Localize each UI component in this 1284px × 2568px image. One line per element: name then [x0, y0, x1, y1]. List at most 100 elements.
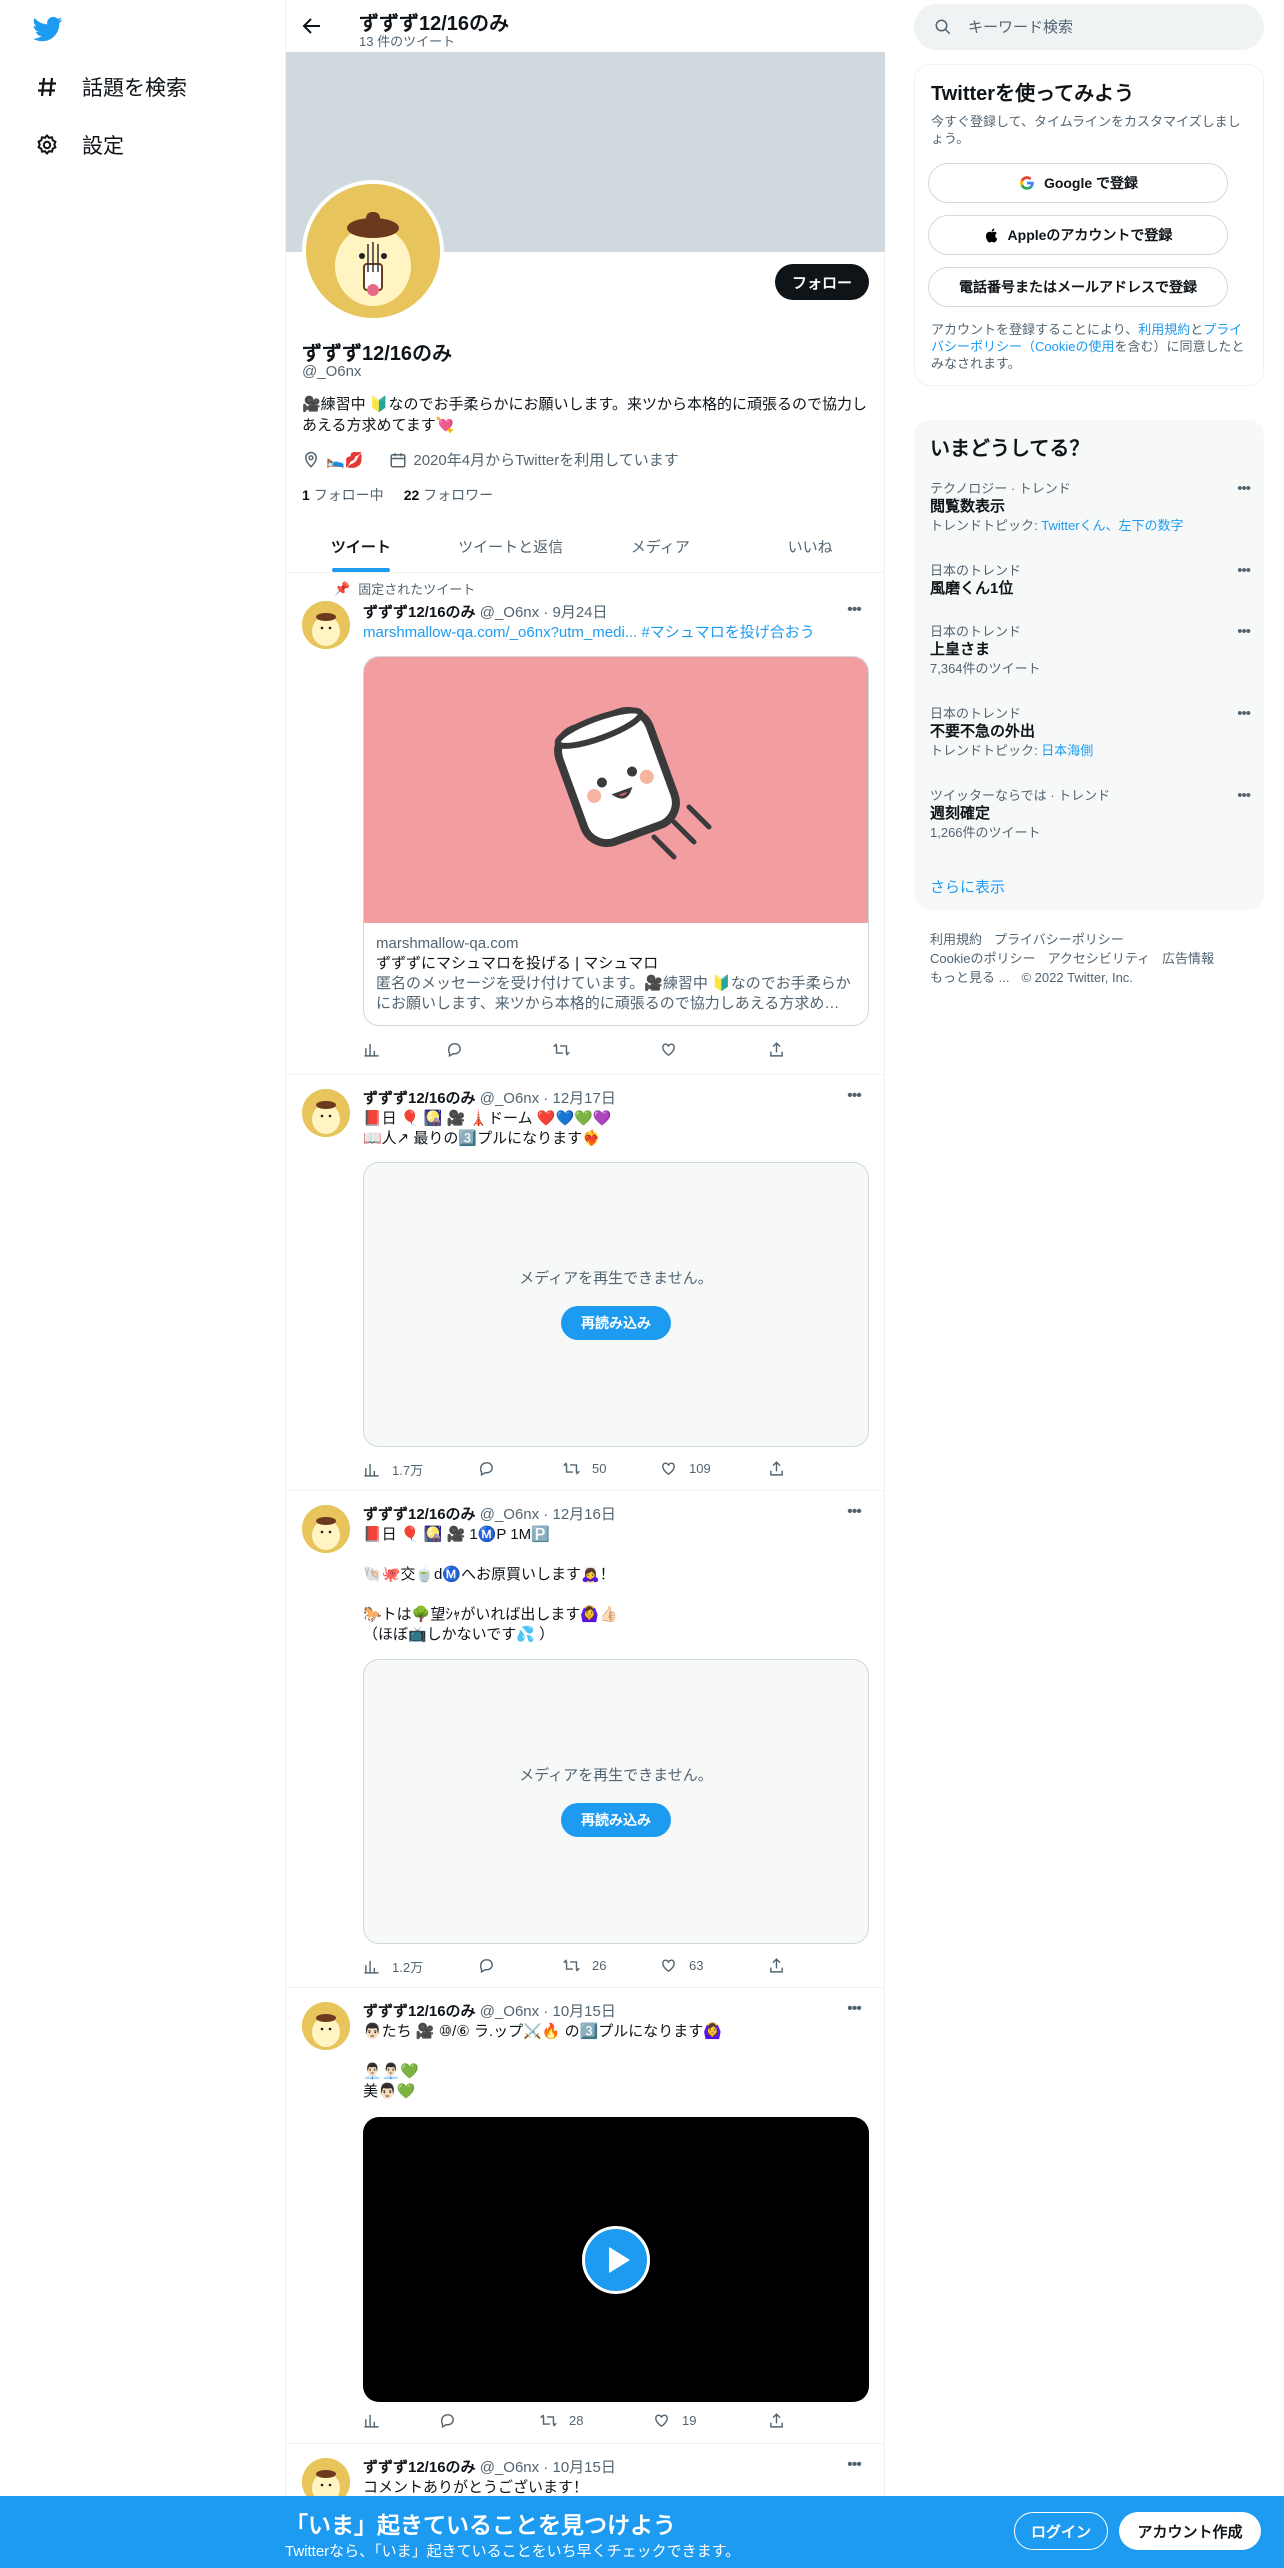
retweet-button[interactable]: 50: [563, 1460, 606, 1477]
nav-explore[interactable]: 話題を検索: [34, 67, 187, 107]
reply-icon: [447, 1043, 461, 1058]
link-card[interactable]: marshmallow-qa.com ずずずにマシュマロを投げる | マシュマロ…: [363, 656, 869, 1026]
tweet[interactable]: ずずず12/16のみ @_O6nx · 12月17日 ••• 📕日 🎈 🎑 🎥 …: [286, 1075, 885, 1491]
share-button[interactable]: [768, 1041, 785, 1058]
tweet-avatar[interactable]: [302, 1505, 350, 1553]
retweet-button[interactable]: [553, 1041, 582, 1058]
tweet-author[interactable]: ずずず12/16のみ: [363, 604, 476, 621]
tweet-meta[interactable]: @_O6nx · 12月16日: [480, 1506, 616, 1523]
footer-link[interactable]: 広告情報: [1162, 951, 1214, 966]
reply-button[interactable]: [478, 1460, 495, 1477]
retweet-icon: [563, 1959, 580, 1972]
like-button[interactable]: [660, 1041, 689, 1058]
reply-button[interactable]: [439, 2412, 456, 2429]
reply-button[interactable]: [446, 1041, 463, 1058]
like-button[interactable]: 63: [660, 1957, 703, 1974]
trend-item[interactable]: 日本のトレンド 不要不急の外出 トレンドトピック: 日本海側 •••: [930, 705, 1251, 760]
more-options-icon[interactable]: •••: [844, 2456, 864, 2476]
tweet-author[interactable]: ずずず12/16のみ: [363, 2003, 476, 2020]
tab-tweets-replies[interactable]: ツイートと返信: [436, 520, 586, 572]
more-options-icon[interactable]: •••: [844, 601, 864, 621]
share-icon: [770, 2413, 783, 2428]
like-button[interactable]: 109: [660, 1460, 711, 1477]
follow-button[interactable]: フォロー: [775, 264, 869, 300]
reload-button[interactable]: 再読み込み: [561, 1803, 671, 1837]
footer-link[interactable]: アクセシビリティ: [1047, 951, 1150, 966]
trend-more-icon[interactable]: •••: [1237, 787, 1251, 804]
login-button[interactable]: ログイン: [1014, 2512, 1108, 2550]
tweet[interactable]: ずずず12/16のみ @_O6nx · 12月16日 ••• 📕日 🎈 🎑 🎥 …: [286, 1491, 885, 1988]
tweet-meta[interactable]: @_O6nx · 10月15日: [480, 2459, 616, 2476]
more-options-icon[interactable]: •••: [844, 1503, 864, 1523]
twitter-bird-icon[interactable]: [33, 14, 63, 44]
tweet-avatar[interactable]: [302, 1089, 350, 1137]
tweet-meta[interactable]: @_O6nx · 12月17日: [480, 1090, 616, 1107]
footer-link[interactable]: もっと見る ...: [930, 970, 1009, 985]
trend-more-icon[interactable]: •••: [1237, 562, 1251, 579]
following-link[interactable]: 1 フォロー中: [302, 485, 384, 505]
tweet-avatar[interactable]: [302, 601, 350, 649]
footer-link[interactable]: Cookieのポリシー: [930, 951, 1035, 966]
views-button[interactable]: 1.2万: [363, 1957, 423, 1976]
terms-link[interactable]: 利用規約: [1138, 322, 1190, 337]
retweet-button[interactable]: 26: [563, 1957, 606, 1974]
trend-item[interactable]: 日本のトレンド 上皇さま 7,364件のツイート •••: [930, 623, 1251, 678]
google-signup-button[interactable]: Google で登録: [928, 163, 1228, 203]
reload-button[interactable]: 再読み込み: [561, 1306, 671, 1340]
views-button[interactable]: 1.7万: [363, 1460, 423, 1479]
tab-media[interactable]: メディア: [586, 520, 736, 572]
tweet-actions: 1.2万 26 63: [363, 1957, 793, 1977]
more-options-icon[interactable]: •••: [844, 1087, 864, 1107]
video-player[interactable]: [363, 2117, 869, 2402]
retweet-button[interactable]: 28: [540, 2412, 583, 2429]
footer-link[interactable]: プライバシーポリシー: [994, 932, 1124, 947]
followers-link[interactable]: 22 フォロワー: [404, 485, 493, 505]
create-account-button[interactable]: アカウント作成: [1119, 2512, 1261, 2550]
reply-button[interactable]: [478, 1957, 495, 1974]
tweet-pinned[interactable]: 📌 固定されたツイート ずずず12/16のみ @_O6nx · 9月24日 ••…: [286, 573, 885, 1075]
tweet-text: 📕日 🎈 🎑 🎥 🗼ドーム ❤️💙💚💜 📖人↗ 最りの3️⃣プルになります❤️‍…: [363, 1110, 612, 1147]
signup-box: Twitterを使ってみよう 今すぐ登録して、タイムラインをカスタマイズしましょ…: [914, 64, 1264, 386]
tweet-hashtag[interactable]: #マシュマロを投げ合おう: [641, 624, 814, 641]
calendar-icon: [390, 452, 406, 467]
trend-more-icon[interactable]: •••: [1237, 705, 1251, 722]
tweet-meta[interactable]: @_O6nx · 9月24日: [480, 604, 608, 621]
trend-item[interactable]: 日本のトレンド 風磨くん1位 •••: [930, 562, 1251, 599]
more-options-icon[interactable]: •••: [844, 2000, 864, 2020]
copyright: © 2022 Twitter, Inc.: [1021, 970, 1133, 985]
play-button[interactable]: [582, 2226, 650, 2294]
share-button[interactable]: [768, 1460, 785, 1477]
profile-avatar[interactable]: [302, 180, 444, 322]
trend-topic-link[interactable]: 日本海側: [1041, 743, 1093, 758]
tab-tweets[interactable]: ツイート: [286, 520, 436, 572]
search-bar[interactable]: [914, 4, 1264, 50]
apple-signup-button[interactable]: Appleのアカウントで登録: [928, 215, 1228, 255]
search-input[interactable]: [968, 18, 1228, 36]
views-button[interactable]: [363, 2412, 392, 2429]
tweet-meta[interactable]: @_O6nx · 10月15日: [480, 2003, 616, 2020]
trend-more-icon[interactable]: •••: [1237, 480, 1251, 497]
tweet-avatar[interactable]: [302, 2002, 350, 2050]
show-more-link[interactable]: さらに表示: [930, 876, 1005, 897]
profile-counts: 1 フォロー中 22 フォロワー: [302, 485, 493, 505]
phone-email-signup-button[interactable]: 電話番号またはメールアドレスで登録: [928, 267, 1228, 307]
share-button[interactable]: [768, 2412, 785, 2429]
trend-more-icon[interactable]: •••: [1237, 623, 1251, 640]
tweet[interactable]: ずずず12/16のみ @_O6nx · 10月15日 ••• 👨🏻たち 🎥 ⑩/…: [286, 1988, 885, 2444]
card-description: 匿名のメッセージを受け付けています。🎥練習中 🔰なのでお手柔らかにお願いします、…: [376, 975, 851, 1012]
back-arrow-icon[interactable]: [300, 14, 324, 38]
profile-meta: 🛌💋 2020年4月からTwitterを利用しています: [302, 449, 679, 470]
tweet-author[interactable]: ずずず12/16のみ: [363, 1090, 476, 1107]
trend-item[interactable]: テクノロジー · トレンド 閲覧数表示 トレンドトピック: Twitterくん、…: [930, 480, 1251, 535]
tab-likes[interactable]: いいね: [735, 520, 885, 572]
tweet-author[interactable]: ずずず12/16のみ: [363, 1506, 476, 1523]
nav-settings[interactable]: 設定: [34, 125, 124, 165]
tweet-link[interactable]: marshmallow-qa.com/_o6nx?utm_medi...: [363, 624, 637, 641]
trend-topic-link[interactable]: Twitterくん、左下の数字: [1041, 518, 1183, 533]
views-button[interactable]: [363, 1041, 392, 1058]
footer-link[interactable]: 利用規約: [930, 932, 982, 947]
tweet-author[interactable]: ずずず12/16のみ: [363, 2459, 476, 2476]
trend-item[interactable]: ツイッターならでは · トレンド 週刻確定 1,266件のツイート •••: [930, 787, 1251, 842]
share-button[interactable]: [768, 1957, 785, 1974]
like-button[interactable]: 19: [653, 2412, 696, 2429]
